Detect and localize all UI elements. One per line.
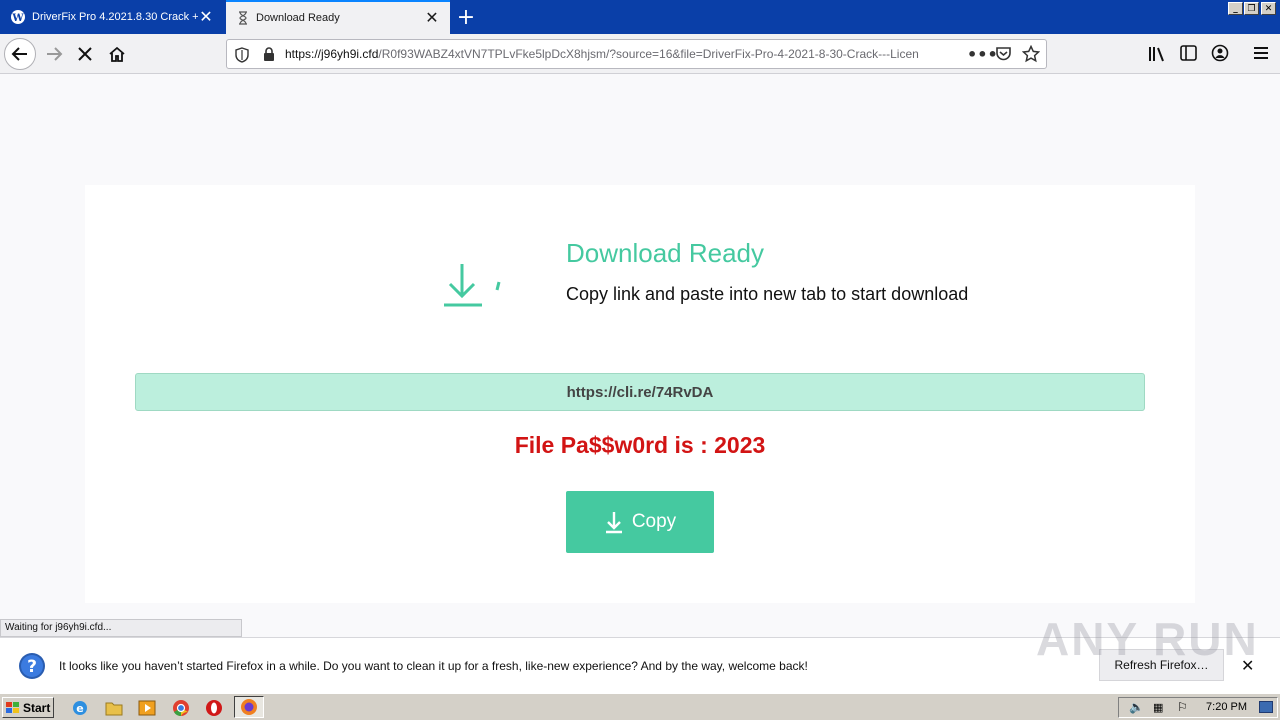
- opera-icon[interactable]: [204, 698, 224, 718]
- hourglass-icon: [239, 11, 247, 25]
- wordpress-icon: W: [11, 10, 25, 24]
- taskbar: Start e 🔈 ▦ ⚐ 7:20 PM: [0, 693, 1280, 720]
- url-host: https://j96yh9i.cfd: [285, 47, 379, 61]
- folder-icon[interactable]: [104, 698, 124, 718]
- restore-button[interactable]: ❐: [1244, 2, 1259, 15]
- watermark-logo: ANY RUN: [1036, 613, 1259, 665]
- arrow-left-icon: [11, 47, 27, 61]
- tab-strip: W DriverFix Pro 4.2021.8.30 Crack + Lice…: [0, 0, 1280, 34]
- url-text: https://j96yh9i.cfd/R0f93WABZ4xtVN7TPLvF…: [285, 47, 965, 61]
- navigation-bar: https://j96yh9i.cfd/R0f93WABZ4xtVN7TPLvF…: [0, 34, 1280, 74]
- svg-text:e: e: [76, 702, 83, 715]
- download-arrow-icon: [605, 512, 622, 534]
- password-text: File Pa$$w0rd is : 2023: [514, 432, 766, 458]
- forward-button[interactable]: [38, 38, 70, 70]
- lock-icon: [264, 47, 274, 61]
- sidebar-icon[interactable]: [1180, 45, 1197, 61]
- svg-text:W: W: [11, 13, 24, 24]
- pocket-icon[interactable]: [995, 46, 1012, 62]
- home-icon: [109, 46, 125, 62]
- chrome-icon[interactable]: [171, 698, 191, 718]
- question-icon: ?: [19, 653, 45, 679]
- firefox-taskbar-button[interactable]: [234, 696, 264, 718]
- tab-title: Download Ready: [256, 12, 340, 24]
- clock: 7:20 PM: [1206, 701, 1247, 713]
- start-label: Start: [23, 700, 51, 715]
- star-icon[interactable]: [1022, 45, 1040, 63]
- windows-logo-icon: [6, 701, 19, 713]
- page-title: Download Ready: [566, 238, 765, 268]
- arrow-right-icon: [47, 47, 63, 61]
- more-actions-icon[interactable]: •••: [967, 45, 998, 64]
- window-close-button[interactable]: ✕: [1261, 2, 1276, 15]
- close-icon[interactable]: ✕: [424, 10, 440, 27]
- new-tab-button[interactable]: +: [452, 0, 480, 34]
- home-button[interactable]: [101, 38, 133, 70]
- start-button[interactable]: Start: [2, 697, 54, 718]
- tab-download-ready[interactable]: Download Ready ✕: [226, 0, 450, 34]
- firefox-icon: [241, 699, 257, 715]
- menu-icon[interactable]: [1253, 46, 1269, 60]
- copy-button-label: Copy: [631, 511, 677, 532]
- ie-icon[interactable]: e: [70, 698, 90, 718]
- download-link-box[interactable]: https://cli.re/74RvDA: [135, 373, 1145, 411]
- tab-driverfix[interactable]: W DriverFix Pro 4.2021.8.30 Crack + Lice…: [0, 0, 224, 34]
- close-icon[interactable]: ✕: [198, 9, 214, 26]
- notification-text: It looks like you haven’t started Firefo…: [59, 659, 808, 673]
- show-desktop-icon[interactable]: [1259, 701, 1273, 713]
- tab-title: DriverFix Pro 4.2021.8.30 Crack + Lice: [32, 11, 198, 23]
- stop-button[interactable]: [69, 38, 101, 70]
- library-icon[interactable]: [1147, 45, 1165, 63]
- media-player-icon[interactable]: [137, 698, 157, 718]
- status-text: Waiting for j96yh9i.cfd...: [0, 619, 242, 637]
- back-button[interactable]: [4, 38, 36, 70]
- svg-text:?: ?: [27, 657, 37, 677]
- minimize-button[interactable]: _: [1228, 2, 1243, 15]
- system-tray: 🔈 ▦ ⚐ 7:20 PM: [1118, 697, 1278, 718]
- network-icon[interactable]: ▦: [1153, 701, 1163, 714]
- volume-icon[interactable]: 🔈: [1129, 700, 1144, 714]
- stop-icon: [78, 47, 92, 61]
- page-subtitle: Copy link and paste into new tab to star…: [566, 284, 969, 304]
- account-icon[interactable]: [1211, 44, 1229, 62]
- flag-icon[interactable]: ⚐: [1177, 700, 1188, 714]
- download-icon: [444, 264, 501, 307]
- shield-icon: [235, 47, 249, 63]
- copy-button[interactable]: Copy: [566, 491, 714, 553]
- url-path: /R0f93WABZ4xtVN7TPLvFke5lpDcX8hjsm/?sour…: [378, 47, 919, 61]
- url-bar[interactable]: https://j96yh9i.cfd/R0f93WABZ4xtVN7TPLvF…: [226, 39, 1047, 69]
